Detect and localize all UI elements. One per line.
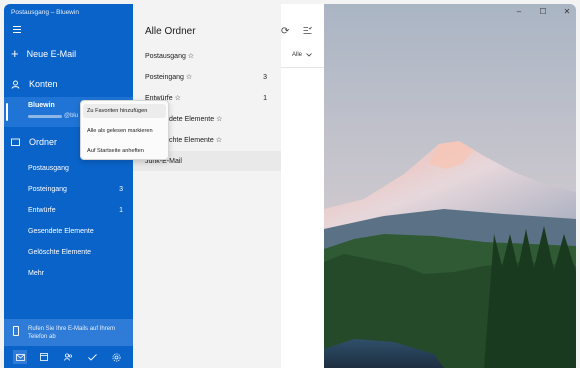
- selection-indicator: [6, 103, 8, 121]
- folder-list-pane: Alle Ordner Postausgang ☆ Posteingang ☆ 3…: [133, 4, 281, 368]
- menu-item-add-favorites[interactable]: Zu Favoriten hinzufügen: [87, 108, 147, 114]
- accounts-button[interactable]: Konten: [11, 79, 58, 89]
- accounts-label: Konten: [29, 79, 58, 89]
- list-item[interactable]: Posteingang ☆ 3: [133, 67, 281, 87]
- new-mail-button[interactable]: + Neue E-Mail: [11, 46, 77, 61]
- folder-label: Entwürfe: [28, 207, 56, 214]
- person-icon: [11, 80, 20, 89]
- filter-dropdown[interactable]: Alle: [292, 52, 312, 58]
- sidebar-folder-posteingang[interactable]: Posteingang 3: [28, 186, 126, 193]
- list-item-label: Posteingang ☆: [145, 74, 193, 81]
- folder-label: Postausgang: [28, 165, 69, 172]
- folder-label: Gelöschte Elemente: [28, 249, 92, 256]
- account-name: Bluewin: [28, 102, 55, 109]
- new-mail-label: Neue E-Mail: [26, 49, 77, 59]
- list-item-label: chte Elemente ☆: [169, 137, 222, 144]
- folders-button[interactable]: Ordner: [11, 137, 57, 147]
- list-item-count: 3: [263, 73, 267, 81]
- minimize-icon[interactable]: –: [514, 7, 524, 16]
- maximize-icon[interactable]: ☐: [538, 7, 548, 16]
- sidebar-folder-mehr[interactable]: Mehr: [28, 270, 126, 277]
- mountain-image: – ☐ ✕: [324, 4, 576, 368]
- sidebar-folder-geloeschte[interactable]: Gelöschte Elemente: [28, 249, 126, 256]
- window-controls: – ☐ ✕: [514, 7, 572, 16]
- folder-label: Gesendete Elemente: [28, 228, 94, 235]
- mail-icon[interactable]: [13, 350, 28, 364]
- list-item-label: dete Elemente ☆: [169, 116, 223, 123]
- menu-item-pin-to-start[interactable]: Auf Startseite anheften: [87, 148, 144, 154]
- phone-promo-link[interactable]: Rufen Sie Ihre E-Mails auf Ihrem Telefon…: [4, 319, 133, 346]
- sidebar-folder-entwuerfe[interactable]: Entwürfe 1: [28, 207, 126, 214]
- refresh-icon[interactable]: ⟳: [281, 26, 289, 37]
- app-switcher: [4, 346, 133, 368]
- sidebar-folder-postausgang[interactable]: Postausgang: [28, 165, 126, 172]
- todo-icon[interactable]: [86, 350, 100, 364]
- folders-label: Ordner: [29, 137, 58, 147]
- calendar-icon[interactable]: [37, 350, 51, 364]
- gear-icon[interactable]: [110, 350, 124, 364]
- phone-icon: [13, 326, 19, 336]
- mail-window: Postausgang – Bluewin + Neue E-Mail Kont…: [4, 4, 576, 368]
- list-item-label: Postausgang ☆: [145, 53, 195, 60]
- filter-label: Alle: [292, 52, 303, 58]
- window-title: Postausgang – Bluewin: [11, 9, 79, 16]
- list-item-count: 1: [263, 94, 267, 102]
- message-list-toolbar: ⟳ Alle: [281, 4, 324, 368]
- menu-icon[interactable]: [13, 26, 21, 34]
- people-icon[interactable]: [61, 350, 75, 364]
- account-email: @blu: [64, 113, 79, 119]
- chevron-down-icon: [306, 53, 312, 57]
- folder-count: 3: [119, 186, 123, 193]
- plus-icon: +: [11, 46, 19, 61]
- redacted-email: [28, 115, 62, 118]
- list-item[interactable]: Postausgang ☆: [133, 46, 281, 66]
- filter-icon[interactable]: [303, 26, 312, 37]
- context-menu: Zu Favoriten hinzufügen Alle als gelesen…: [80, 100, 169, 160]
- folder-label: Mehr: [28, 270, 44, 277]
- page-title: Alle Ordner: [145, 26, 196, 37]
- close-icon[interactable]: ✕: [562, 7, 572, 16]
- divider: [281, 67, 324, 68]
- folder-icon: [11, 138, 20, 146]
- sidebar: Postausgang – Bluewin + Neue E-Mail Kont…: [4, 4, 133, 368]
- folder-count: 1: [119, 207, 123, 214]
- menu-item-mark-all-read[interactable]: Alle als gelesen markieren: [87, 128, 153, 134]
- folder-label: Posteingang: [28, 186, 67, 193]
- phone-promo-text: Rufen Sie Ihre E-Mails auf Ihrem Telefon…: [28, 326, 116, 340]
- sidebar-folder-gesendete[interactable]: Gesendete Elemente: [28, 228, 126, 235]
